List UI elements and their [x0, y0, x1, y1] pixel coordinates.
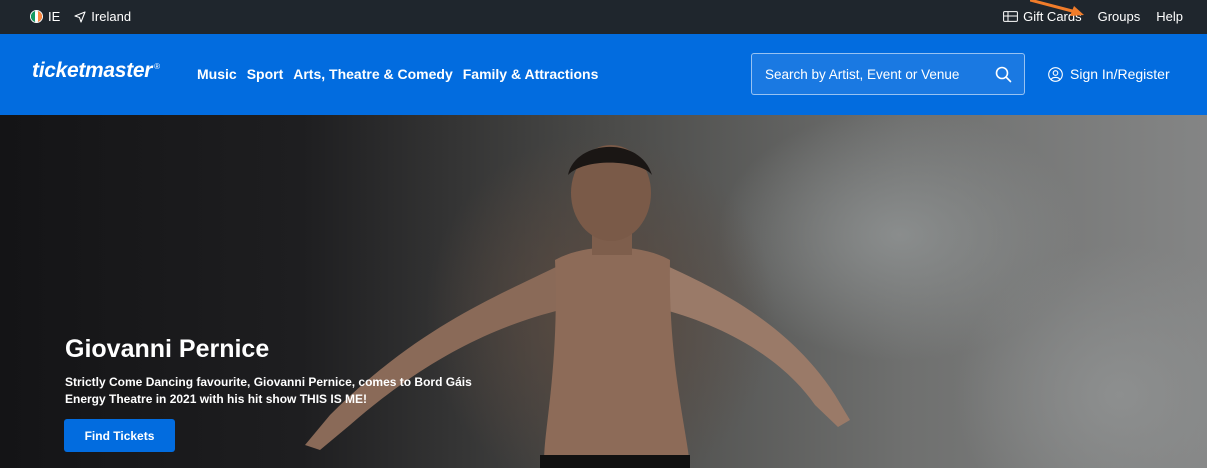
help-link[interactable]: Help	[1156, 9, 1183, 24]
sign-in-label: Sign In/Register	[1070, 66, 1170, 82]
location-label[interactable]: Ireland	[91, 9, 131, 24]
search-icon[interactable]	[995, 66, 1012, 83]
ticketmaster-logo[interactable]: ticketmaster ®	[32, 59, 160, 83]
hero-description: Strictly Come Dancing favourite, Giovann…	[65, 375, 472, 406]
nav-sport[interactable]: Sport	[247, 66, 284, 82]
groups-link[interactable]: Groups	[1098, 9, 1141, 24]
country-code: IE	[48, 9, 61, 24]
main-nav: Music Sport Arts, Theatre & Comedy Famil…	[197, 66, 608, 82]
hero-title: Giovanni Pernice	[65, 335, 270, 363]
user-icon	[1048, 66, 1063, 82]
ireland-flag-icon	[30, 10, 43, 23]
hero-banner[interactable]: Giovanni Pernice Strictly Come Dancing f…	[0, 115, 1207, 468]
country-selector[interactable]: IE Ireland	[30, 9, 131, 24]
sign-in-register-link[interactable]: Sign In/Register	[1048, 66, 1170, 82]
top-utility-bar: IE Ireland Gift Cards Groups Help	[0, 0, 1207, 34]
search-input[interactable]: Search by Artist, Event or Venue	[751, 53, 1025, 95]
nav-arts-theatre-comedy[interactable]: Arts, Theatre & Comedy	[293, 66, 452, 82]
search-placeholder: Search by Artist, Event or Venue	[765, 67, 960, 82]
find-tickets-button[interactable]: Find Tickets	[64, 419, 175, 452]
main-header: ticketmaster ® Music Sport Arts, Theatre …	[0, 34, 1207, 115]
nav-music[interactable]: Music	[197, 66, 237, 82]
hero-performer-image	[305, 145, 850, 468]
nav-family-attractions[interactable]: Family & Attractions	[463, 66, 599, 82]
location-arrow-icon	[74, 10, 86, 23]
annotation-arrow-icon	[1030, 0, 1084, 16]
gift-card-icon	[1003, 11, 1018, 22]
